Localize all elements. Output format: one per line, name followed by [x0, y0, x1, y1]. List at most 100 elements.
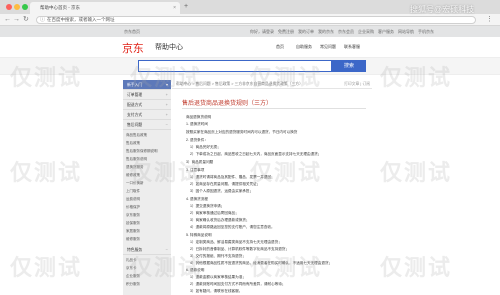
sidebar-subitem[interactable]: 商品售后政策	[123, 131, 171, 139]
sidebar-subitem[interactable]: 售后服务说明	[123, 155, 171, 163]
sidebar-subitem[interactable]: 延保服务	[123, 219, 171, 227]
browser-tab[interactable]: 帮助中心首页 - 京东 ×	[30, 2, 180, 14]
sidebar-item-payment[interactable]: 支付方式 +	[123, 110, 171, 120]
sidebar-subitem[interactable]: 售后政策	[123, 139, 171, 147]
reload-button[interactable]: ↻	[23, 15, 29, 25]
article-line: 1. 退换货时间	[186, 122, 208, 126]
plus-icon: +	[165, 102, 168, 107]
mobile-jd-link[interactable]: 手机京东	[418, 26, 434, 37]
sidebar-item-label: 售后问题	[127, 123, 143, 127]
minus-icon: −	[165, 247, 168, 252]
sidebar-subitem[interactable]: 家居服务	[123, 227, 171, 235]
customer-service-link[interactable]: 客户服务	[378, 26, 394, 37]
article-line: 3）交付的报纸、期刊不支持退货；	[190, 254, 246, 258]
site-info-icon[interactable]: ⓘ	[40, 17, 45, 23]
new-tab-button[interactable]: +	[184, 2, 188, 12]
source-watermark: 搜狐号@宏硕科技	[410, 5, 475, 14]
sidebar-item-label: 特色服务	[127, 248, 143, 252]
article-line: 2）退款到账时间因支付方式不同而有所差异，请耐心等待；	[190, 282, 286, 286]
sidebar-item-delivery[interactable]: 配送方式 +	[123, 100, 171, 110]
article-line: 商品退换货说明	[186, 115, 212, 119]
article-line: 3）商家确认收货后办理退款或换货；	[190, 218, 250, 222]
enterprise-link[interactable]: 企业采购	[358, 26, 374, 37]
breadcrumb-text[interactable]: 帮助中心 > 售后问题 > 售后政策 > 三方非京东自营商品退换货政策（三方）	[176, 80, 303, 89]
sidebar-subitem[interactable]: 企业服务	[123, 272, 171, 280]
screen: 帮助中心首页 - 京东 × + ← → ↻ ⓘ 在百度中搜索，或者输入一个网址 …	[0, 0, 500, 295]
sidebar-subitem[interactable]: 京东卡	[123, 264, 171, 272]
my-jd-link[interactable]: 我的京东	[318, 26, 334, 37]
sidebar-item-orders[interactable]: 订单管理 +	[123, 90, 171, 100]
sidebar-item-label: 支付方式	[127, 113, 143, 117]
sidebar-item-label: 配送方式	[127, 103, 143, 107]
article-line: 2）已拆封的音像制品、计算机软件等数字化商品不支持退货；	[190, 247, 290, 251]
article-line: 3）因个人原因退货，运费由买家承担；	[190, 189, 254, 193]
article-line: 2）商家审核通过后寄回商品；	[190, 211, 239, 215]
browser-toolbar: ← → ↻ ⓘ 在百度中搜索，或者输入一个网址 ⋮	[0, 14, 500, 26]
article-line: 3）如有疑问，请联系在线客服。	[190, 289, 243, 293]
register-link[interactable]: 免费注册	[278, 26, 294, 37]
sidebar-subitem[interactable]: 礼品卡	[123, 256, 171, 264]
close-window-button[interactable]	[6, 4, 12, 10]
watermark-text: 仅测试	[10, 255, 83, 280]
minus-icon: −	[165, 122, 168, 127]
sidebar-subitem[interactable]: 京东服务	[123, 211, 171, 219]
sidebar-subitem[interactable]: 价格保护	[123, 203, 171, 211]
login-link[interactable]: 你好，请登录	[250, 26, 274, 37]
article-line: 4）退款将原路返回至您的支付账户，请您注意查收。	[190, 225, 275, 229]
article-title: 售后退货商品退换货规则（三方）	[182, 101, 273, 107]
site-nav-link[interactable]: 网站导航	[398, 26, 414, 37]
sidebar-subitem[interactable]: 售后服务保修期说明	[123, 147, 171, 155]
orders-link[interactable]: 我的订单	[298, 26, 314, 37]
sidebar-subitem[interactable]: 维修政策	[123, 171, 171, 179]
address-bar[interactable]: ⓘ 在百度中搜索，或者输入一个网址	[36, 16, 476, 24]
article-line: 1）商品完好无损；	[190, 145, 221, 149]
back-button[interactable]: ←	[4, 15, 11, 25]
chevron-icon: ▾	[165, 82, 168, 87]
sidebar-item-label: 订单管理	[127, 93, 143, 97]
sidebar-item-label: 新手入门	[127, 83, 143, 87]
sidebar-subitem[interactable]: 退换货服务	[123, 163, 171, 171]
header-link-self-service[interactable]: 自助服务	[296, 44, 312, 50]
site-top-nav: 京东首页 你好，请登录 免费注册 我的订单 我的京东 京东会员 企业采购 客户服…	[0, 26, 500, 37]
membership-link[interactable]: 京东会员	[338, 26, 354, 37]
browser-menu-button[interactable]: ⋮	[486, 15, 493, 25]
article-line: 5. 特殊商品说明	[186, 233, 212, 237]
watermark-text: 仅测试	[380, 160, 453, 185]
zoom-window-button[interactable]	[22, 4, 28, 10]
header-link-faq[interactable]: 常见问题	[320, 44, 336, 50]
plus-icon: +	[165, 92, 168, 97]
forward-button[interactable]: →	[13, 15, 20, 25]
site-header: 京东 帮助中心 首页 自助服务 常见问题 联系客服	[0, 37, 500, 57]
help-center-title: 帮助中心	[155, 44, 183, 51]
minimize-window-button[interactable]	[14, 4, 20, 10]
help-sidebar: 新手入门 ▾ 订单管理 + 配送方式 + 支付方式 + 售后问题 − 商品售后政策 售后政…	[123, 80, 171, 295]
tab-close-icon[interactable]: ×	[173, 2, 176, 14]
sidebar-item-special[interactable]: 特色服务 −	[123, 245, 171, 255]
header-link-contact[interactable]: 联系客服	[344, 44, 360, 50]
print-subscribe-links[interactable]: 打印文章 | 订阅	[344, 80, 370, 89]
article-line: 4）其他根据商品性质不宜退货的商品，经消费者在购买时确认，不适用七天无理由退货；	[190, 261, 333, 265]
home-link[interactable]: 京东首页	[124, 26, 140, 37]
help-search-input[interactable]	[138, 60, 332, 72]
search-button[interactable]: 搜索	[332, 60, 366, 72]
plus-icon: +	[165, 112, 168, 117]
search-band: 搜索	[0, 57, 500, 75]
sidebar-subitem[interactable]: 积分服务	[123, 280, 171, 288]
sidebar-subitem[interactable]: 上门取件	[123, 187, 171, 195]
article-line: 1）定制类商品、鲜活易腐类商品不支持七天无理由退货；	[190, 240, 282, 244]
sidebar-subitem[interactable]: 维修服务	[123, 235, 171, 243]
sidebar-subitem[interactable]: 运费说明	[123, 195, 171, 203]
article-line: 2）下单成功之日起，商品签收之日起七天内，商品页面显示支持七天无理由退货；	[190, 152, 322, 156]
sidebar-item-newbie[interactable]: 新手入门 ▾	[123, 80, 171, 90]
jd-logo[interactable]: 京东	[122, 40, 144, 56]
title-divider	[182, 108, 366, 109]
article-line: 1）提交退换货申请；	[190, 204, 225, 208]
address-bar-text: 在百度中搜索，或者输入一个网址	[47, 17, 115, 22]
article-line: 3. 注意事项	[186, 168, 205, 172]
watermark-text: 仅测试	[380, 255, 453, 280]
sidebar-item-after-sales[interactable]: 售后问题 −	[123, 120, 171, 130]
article-line: 1）退货时请将商品及其配件、赠品、发票一并退回；	[190, 175, 275, 179]
article-line: 4. 退换货流程	[186, 197, 208, 201]
header-link-home[interactable]: 首页	[276, 44, 284, 50]
sidebar-subitem[interactable]: 一口价换新	[123, 179, 171, 187]
